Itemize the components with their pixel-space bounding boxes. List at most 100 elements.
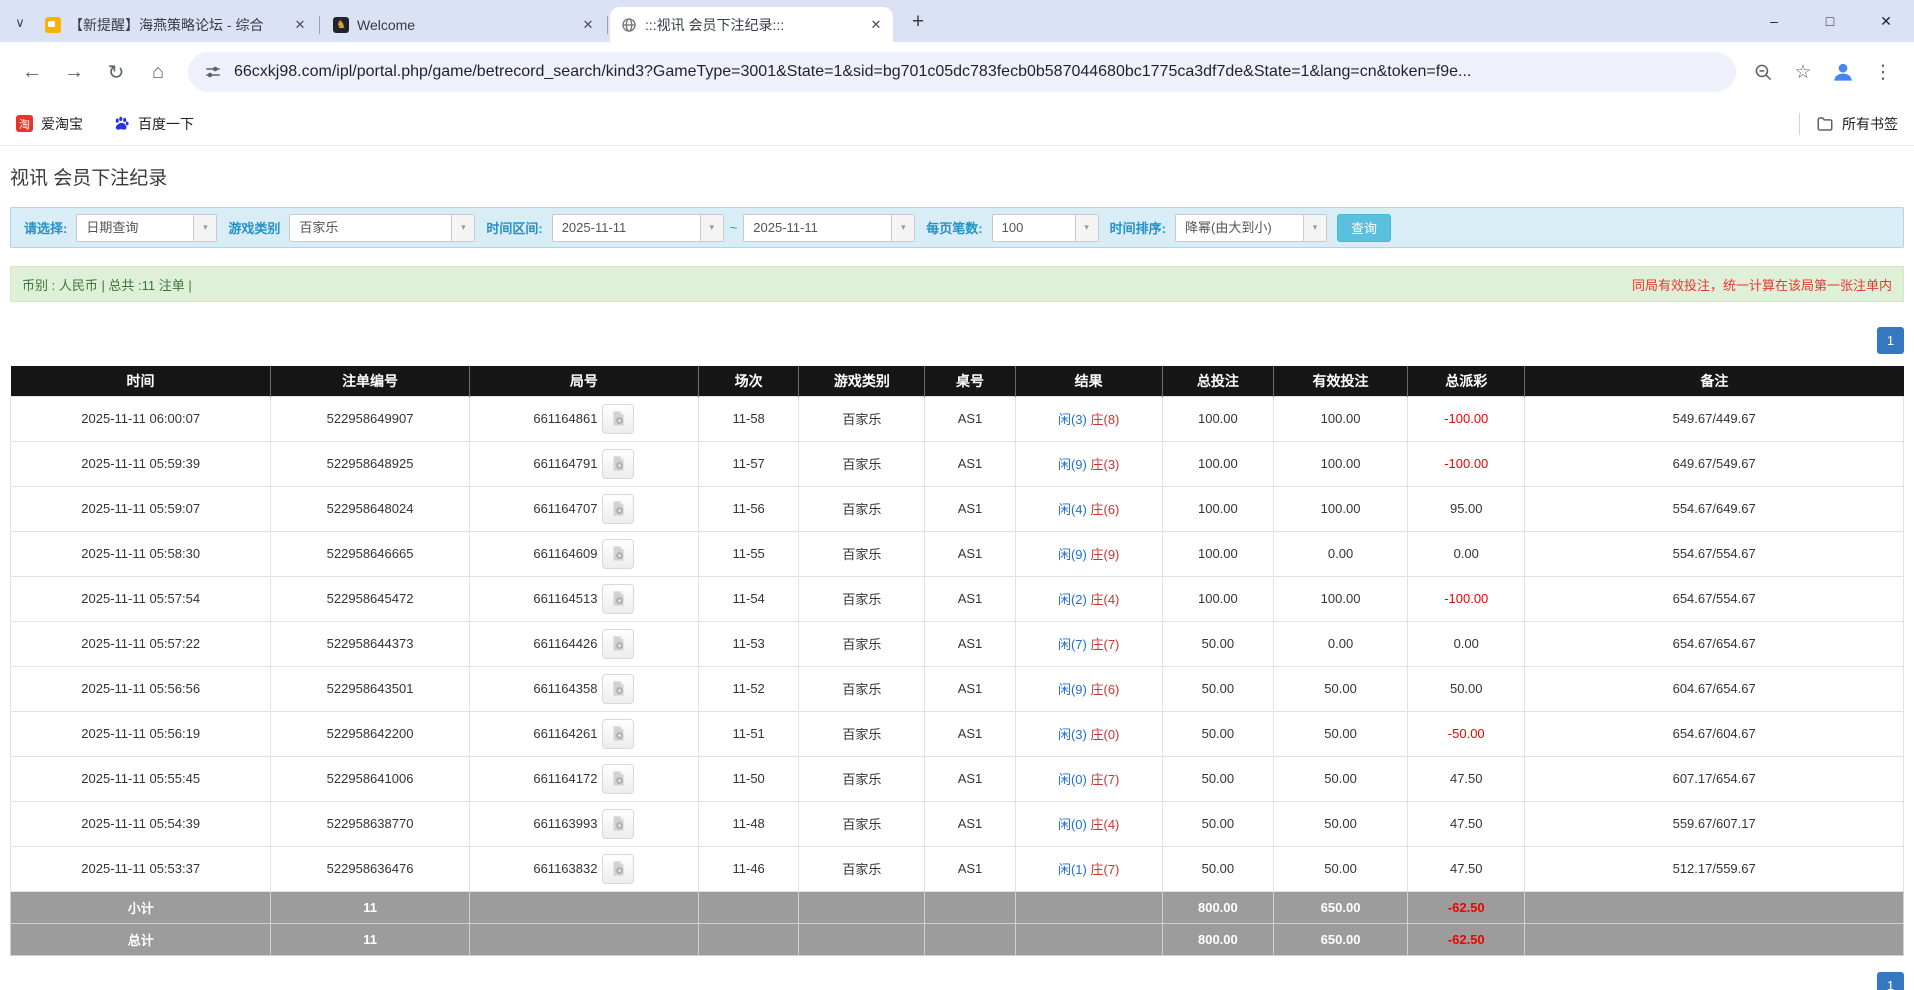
cell-valid-bet: 50.00	[1272, 665, 1409, 712]
result-player: 闲(9)	[1057, 547, 1087, 562]
video-replay-button[interactable]	[602, 718, 635, 749]
video-replay-button[interactable]	[602, 448, 635, 479]
close-tab-icon[interactable]: ✕	[291, 17, 309, 33]
all-bookmarks-label: 所有书签	[1842, 115, 1898, 132]
page-1-button[interactable]: 1	[1877, 971, 1904, 990]
filter-bar: 请选择: 日期查询 ▾ 游戏类别 百家乐 ▾ 时间区间: 2025-11-11 …	[10, 207, 1904, 248]
close-tab-icon[interactable]: ✕	[867, 17, 885, 33]
new-tab-button[interactable]: +	[905, 10, 931, 34]
cell-total-bet: 100.00	[1161, 530, 1274, 577]
round-number: 661164609	[533, 546, 598, 561]
cell-round: 661164261	[468, 710, 700, 757]
profile-avatar-icon[interactable]	[1826, 55, 1860, 89]
pagination-top: 1	[10, 327, 1904, 354]
cell-table-no: AS1	[924, 530, 1016, 577]
video-replay-button[interactable]	[602, 808, 635, 839]
bookmark-baidu[interactable]: 百度一下	[113, 114, 194, 134]
query-type-select[interactable]: 日期查询 ▾	[76, 213, 218, 242]
result-player: 闲(0)	[1057, 817, 1087, 832]
back-icon[interactable]: ←	[14, 54, 50, 90]
round-number: 661164172	[533, 771, 598, 786]
date-to-select[interactable]: 2025-11-11 ▾	[743, 213, 916, 242]
tab-forum[interactable]: 【新提醒】海燕策略论坛 - 综合 ✕	[34, 7, 317, 42]
sort-select[interactable]: 降幂(由大到小) ▾	[1174, 213, 1327, 242]
pagination-bottom: 1	[10, 971, 1904, 990]
video-replay-button[interactable]	[602, 853, 635, 884]
cell-result: 闲(9) 庄(9)	[1014, 530, 1163, 577]
close-tab-icon[interactable]: ✕	[579, 17, 597, 33]
tab-welcome[interactable]: ♞ Welcome ✕	[322, 7, 605, 42]
footer-empty	[698, 922, 800, 956]
footer-empty	[468, 922, 700, 956]
result-player: 闲(2)	[1057, 592, 1087, 607]
cell-bet-id: 522958646665	[270, 530, 470, 577]
cell-remark: 649.67/549.67	[1524, 440, 1904, 487]
bookmark-aitaobao[interactable]: 淘 爱淘宝	[16, 114, 83, 134]
cell-remark: 654.67/604.67	[1524, 710, 1904, 757]
url-text[interactable]: 66cxkj98.com/ipl/portal.php/game/betreco…	[234, 63, 1471, 81]
browser-menu-icon[interactable]: ⋮	[1866, 55, 1900, 89]
footer-payout: -62.50	[1407, 890, 1526, 924]
column-header: 总派彩	[1407, 366, 1526, 396]
column-header: 结果	[1015, 366, 1163, 396]
cell-table-no: AS1	[924, 485, 1016, 532]
video-replay-button[interactable]	[602, 583, 635, 614]
date-from-select[interactable]: 2025-11-11 ▾	[551, 213, 724, 242]
cell-remark: 554.67/649.67	[1524, 485, 1904, 532]
cell-game-type: 百家乐	[798, 395, 926, 442]
cell-remark: 554.67/554.67	[1524, 530, 1904, 577]
cell-time: 2025-11-11 05:53:37	[9, 845, 272, 892]
round-number: 661163832	[533, 861, 598, 876]
cell-bet-id: 522958645472	[270, 575, 470, 622]
address-bar[interactable]: 66cxkj98.com/ipl/portal.php/game/betreco…	[188, 52, 1736, 92]
browser-window: ∨ 【新提醒】海燕策略论坛 - 综合 ✕ ♞ Welcome ✕ :::视讯 会…	[0, 0, 1914, 146]
footer-valid-bet: 650.00	[1272, 922, 1409, 956]
cell-game-type: 百家乐	[798, 755, 926, 802]
forward-icon[interactable]: →	[56, 54, 92, 90]
video-replay-button[interactable]	[602, 628, 635, 659]
video-replay-button[interactable]	[602, 493, 635, 524]
chevron-down-icon: ▾	[699, 214, 723, 241]
cell-bet-id: 522958636476	[270, 845, 470, 892]
round-number: 661164426	[533, 636, 598, 651]
result-banker: 庄(9)	[1090, 547, 1120, 562]
table-body: 2025-11-11 06:00:07 522958649907 661164861…	[9, 395, 1904, 892]
close-window-button[interactable]: ✕	[1858, 13, 1914, 30]
table-footer-row: 小计 11 800.00 650.00 -62.50	[9, 890, 1904, 924]
game-type-label: 游戏类别	[228, 221, 281, 236]
footer-payout: -62.50	[1407, 922, 1526, 956]
tab-search-chevron-icon[interactable]: ∨	[6, 6, 34, 40]
cell-game-type: 百家乐	[798, 440, 926, 487]
zoom-out-icon[interactable]	[1746, 55, 1780, 89]
maximize-button[interactable]: □	[1802, 13, 1858, 29]
tab-betrecord-active[interactable]: :::视讯 会员下注纪录::: ✕	[610, 7, 893, 42]
video-replay-button[interactable]	[602, 538, 635, 569]
video-replay-button[interactable]	[602, 763, 635, 794]
site-settings-icon[interactable]	[204, 63, 222, 81]
cell-payout: 47.50	[1407, 800, 1526, 847]
cell-time: 2025-11-11 05:55:45	[9, 755, 272, 802]
cell-round: 661164861	[468, 395, 700, 442]
bookmark-star-icon[interactable]: ☆	[1786, 55, 1820, 89]
minimize-button[interactable]: –	[1746, 13, 1802, 29]
video-replay-button[interactable]	[602, 403, 635, 434]
per-page-value: 100	[1001, 219, 1024, 235]
cell-payout: -100.00	[1407, 575, 1526, 622]
cell-round: 661164609	[468, 530, 700, 577]
home-icon[interactable]: ⌂	[140, 54, 176, 90]
game-type-select[interactable]: 百家乐 ▾	[289, 213, 476, 242]
cell-time: 2025-11-11 05:59:07	[9, 485, 272, 532]
refresh-icon[interactable]: ↻	[98, 54, 134, 90]
cell-table-no: AS1	[924, 755, 1016, 802]
result-banker: 庄(7)	[1090, 637, 1120, 652]
per-page-select[interactable]: 100 ▾	[991, 213, 1099, 242]
cell-total-bet: 100.00	[1161, 485, 1274, 532]
search-button[interactable]: 查询	[1336, 213, 1391, 242]
all-bookmarks-button[interactable]: 所有书签	[1816, 114, 1898, 134]
table-row: 2025-11-11 05:57:22 522958644373 661164426…	[9, 620, 1904, 667]
page-1-button[interactable]: 1	[1877, 327, 1904, 354]
select-type-label: 请选择:	[24, 221, 68, 236]
video-replay-button[interactable]	[602, 673, 635, 704]
bookmarks-bar: 淘 爱淘宝 百度一下 所有书签	[0, 102, 1914, 146]
page-title: 视讯 会员下注纪录	[10, 168, 168, 189]
